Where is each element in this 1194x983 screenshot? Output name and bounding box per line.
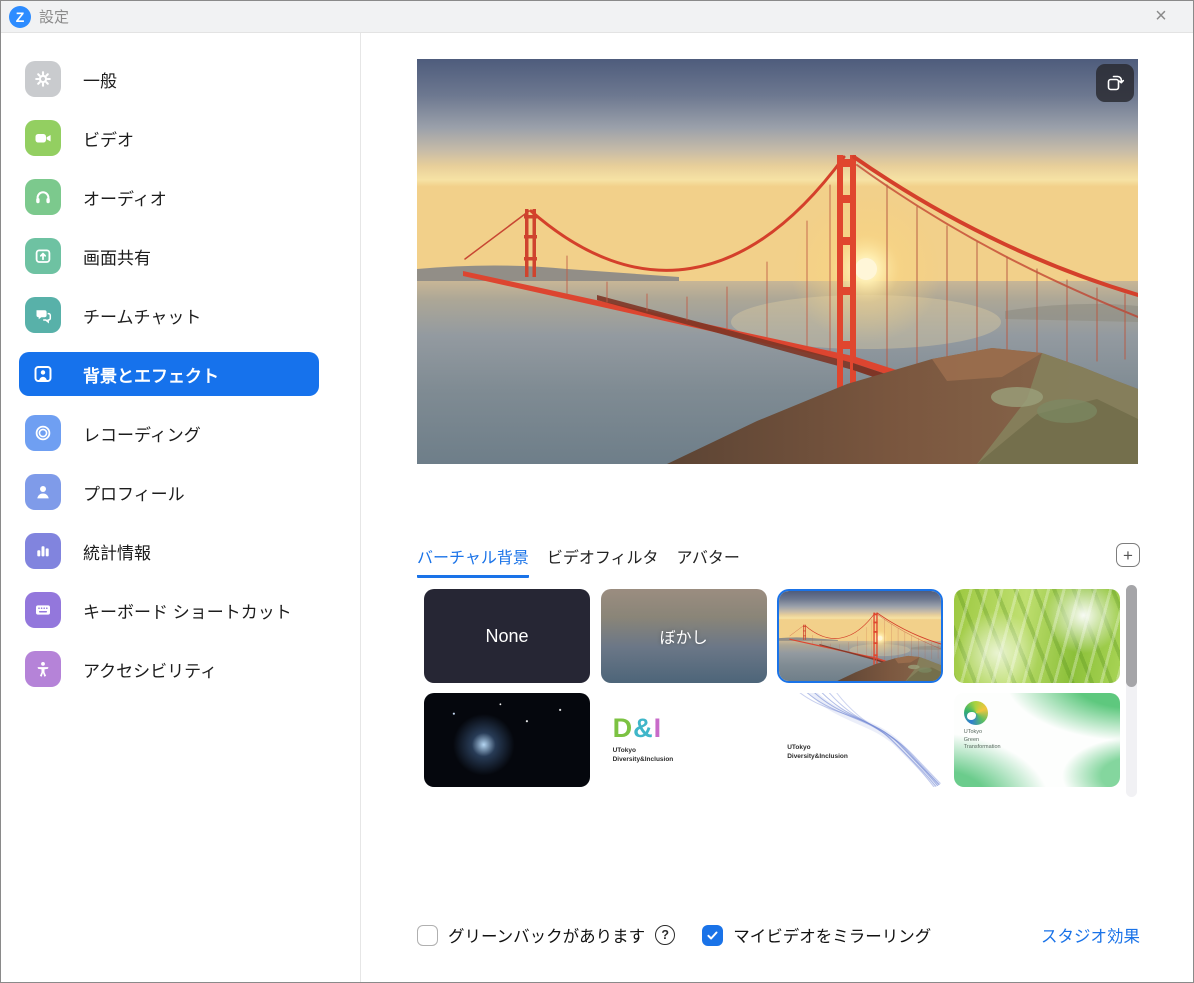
close-icon: ×	[1155, 5, 1167, 28]
accessibility-icon	[25, 651, 61, 687]
sidebar-item-profile[interactable]: プロフィール	[19, 470, 319, 514]
sidebar-item-label: 背景とエフェクト	[83, 362, 219, 387]
thumbnail-scrollbar-thumb[interactable]	[1126, 585, 1137, 687]
rotate-icon	[1104, 72, 1126, 94]
sidebar-item-label: 画面共有	[83, 244, 151, 269]
sidebar-item-statistics[interactable]: 統計情報	[19, 529, 319, 573]
green-caption: UTokyo Green Transformation	[964, 729, 1001, 752]
mirror-label[interactable]: マイビデオをミラーリング	[733, 923, 931, 947]
sidebar-item-label: 統計情報	[83, 539, 151, 564]
sidebar-item-general[interactable]: 一般	[19, 57, 319, 101]
sidebar-item-audio[interactable]: オーディオ	[19, 175, 319, 219]
person-icon	[25, 474, 61, 510]
add-background-button[interactable]: +	[1116, 543, 1140, 567]
sidebar-item-label: レコーディング	[83, 421, 201, 446]
greenscreen-label[interactable]: グリーンバックがあります	[448, 923, 645, 947]
background-tabs: バーチャル背景 ビデオフィルタ アバター	[417, 544, 758, 578]
thumbnail-scrollbar-track[interactable]	[1126, 585, 1137, 797]
background-thumbnail-grid: None ぼかし D&I UTokyo Diversity&Inclusion	[424, 589, 1120, 787]
settings-window: Z 設定 × 一般 ビデオ	[0, 0, 1194, 983]
sidebar-item-label: キーボード ショートカット	[83, 598, 292, 623]
sidebar-item-recording[interactable]: レコーディング	[19, 411, 319, 455]
utokyo-green-logo-icon	[964, 701, 988, 725]
tab-avatar[interactable]: アバター	[677, 544, 740, 578]
window-title: 設定	[39, 6, 69, 27]
thumbnail-blur[interactable]: ぼかし	[601, 589, 767, 683]
di-caption: UTokyo Diversity&Inclusion	[613, 747, 674, 765]
plus-icon: +	[1123, 547, 1133, 564]
bridge-thumbnail-image	[779, 591, 941, 682]
thumbnail-utokyo-green[interactable]: UTokyo Green Transformation	[954, 693, 1120, 787]
zoom-logo-icon: Z	[9, 6, 31, 28]
mirror-checkbox[interactable]	[702, 925, 723, 946]
title-bar: Z 設定 ×	[1, 1, 1193, 33]
greenscreen-checkbox[interactable]	[417, 925, 438, 946]
studio-effects-link[interactable]: スタジオ効果	[1041, 923, 1140, 947]
background-person-icon	[25, 356, 61, 392]
sidebar-item-background-effects[interactable]: 背景とエフェクト	[19, 352, 319, 396]
thumbnail-utokyo-di-waves[interactable]: UTokyo Diversity&Inclusion	[777, 693, 943, 787]
waves-pattern	[777, 693, 943, 787]
sidebar-item-label: チームチャット	[83, 303, 201, 328]
check-icon	[706, 929, 719, 942]
background-options-footer: グリーンバックがあります ? マイビデオをミラーリング スタジオ効果	[417, 922, 1140, 948]
green-logo-block: UTokyo Green Transformation	[964, 701, 1001, 752]
sidebar-item-label: オーディオ	[83, 185, 167, 210]
video-preview	[417, 59, 1138, 464]
rotate-preview-button[interactable]	[1096, 64, 1134, 102]
keyboard-icon	[25, 592, 61, 628]
close-button[interactable]: ×	[1139, 1, 1183, 32]
sidebar-item-team-chat[interactable]: チームチャット	[19, 293, 319, 337]
headphones-icon	[25, 179, 61, 215]
tab-video-filter[interactable]: ビデオフィルタ	[547, 544, 659, 578]
thumbnail-earth[interactable]	[424, 693, 590, 787]
sidebar-item-keyboard-shortcuts[interactable]: キーボード ショートカット	[19, 588, 319, 632]
app-body: 一般 ビデオ オーディオ 画面共有	[1, 33, 1193, 983]
sidebar-item-label: ビデオ	[83, 126, 134, 151]
background-effects-panel: バーチャル背景 ビデオフィルタ アバター + None ぼかし	[361, 33, 1193, 983]
none-label: None	[485, 626, 528, 647]
sidebar-item-accessibility[interactable]: アクセシビリティ	[19, 647, 319, 691]
sidebar-item-screen-share[interactable]: 画面共有	[19, 234, 319, 278]
record-icon	[25, 415, 61, 451]
sidebar-item-label: 一般	[83, 67, 117, 92]
di-logo-block: D&I UTokyo Diversity&Inclusion	[601, 715, 674, 765]
bar-chart-icon	[25, 533, 61, 569]
gear-icon	[25, 61, 61, 97]
help-icon[interactable]: ?	[655, 925, 675, 945]
di-logo-text: D&I	[613, 715, 674, 742]
screen-share-icon	[25, 238, 61, 274]
sidebar-item-label: プロフィール	[83, 480, 185, 505]
waves-caption: UTokyo Diversity&Inclusion	[787, 744, 848, 762]
thumbnail-grass[interactable]	[954, 589, 1120, 683]
sidebar-item-label: アクセシビリティ	[83, 657, 217, 682]
settings-sidebar: 一般 ビデオ オーディオ 画面共有	[1, 33, 361, 983]
bridge-preview-image	[417, 59, 1138, 464]
tab-virtual-background[interactable]: バーチャル背景	[417, 544, 529, 578]
blur-label: ぼかし	[660, 624, 708, 648]
chat-bubbles-icon	[25, 297, 61, 333]
mirror-group: マイビデオをミラーリング	[702, 923, 931, 947]
thumbnail-none[interactable]: None	[424, 589, 590, 683]
sidebar-item-video[interactable]: ビデオ	[19, 116, 319, 160]
video-camera-icon	[25, 120, 61, 156]
thumbnail-utokyo-di-logo[interactable]: D&I UTokyo Diversity&Inclusion	[601, 693, 767, 787]
thumbnail-bridge-selected[interactable]	[777, 589, 943, 683]
